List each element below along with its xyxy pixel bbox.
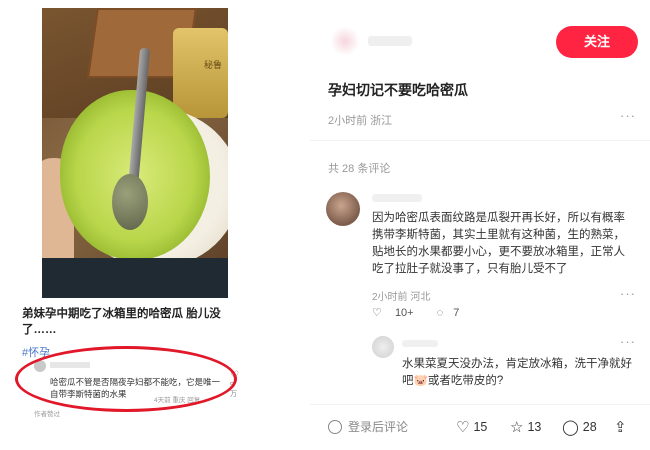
pen-icon xyxy=(328,420,342,434)
author-row: 关注 xyxy=(310,26,650,62)
speech-bubble-icon: ◯ xyxy=(562,419,579,436)
shared-screenshot: 秘鲁 弟妹孕中期吃了冰箱里的哈密瓜 胎儿没了…… #怀孕 哈密瓜不管是否隔夜孕妇… xyxy=(0,0,252,450)
author-liked-label: 作者赞过 xyxy=(34,411,60,418)
photo-background xyxy=(42,258,228,298)
divider xyxy=(310,140,650,141)
avatar[interactable] xyxy=(330,26,360,56)
comment-input[interactable]: 登录后评论 xyxy=(328,418,408,435)
reply-text: 水果菜夏天没办法，肯定放冰箱，洗干净就好吧🐷或者吃带皮的? xyxy=(402,358,632,387)
blurred-username[interactable] xyxy=(402,340,438,347)
divider xyxy=(310,404,650,405)
comment-button-count: 28 xyxy=(582,420,597,434)
melon-photo[interactable]: 秘鲁 xyxy=(42,8,228,298)
share-icon: ⇪ xyxy=(614,419,627,436)
comment-actions: ♡ 10+ ◌ 7 xyxy=(372,306,479,319)
note-meta: 2小时前 浙江 xyxy=(328,115,393,127)
more-options-icon[interactable]: ··· xyxy=(620,108,636,123)
comment-button[interactable]: ◯ 28 xyxy=(562,418,597,436)
comment-reply-count: 7 xyxy=(453,307,460,319)
star-icon: ☆ xyxy=(510,419,524,436)
speech-bubble-icon: ◌ xyxy=(436,307,444,319)
heart-icon: ♡ xyxy=(372,307,382,319)
favorite-button[interactable]: ☆ 13 xyxy=(510,418,541,436)
heart-icon: ♡ xyxy=(456,419,470,436)
comment-text: 因为哈密瓜表面纹路是瓜裂开再长好，所以有概率携带李斯特菌，其实土里就有这种菌，生… xyxy=(372,212,625,275)
photo-spoon-bowl xyxy=(112,174,148,230)
blurred-username[interactable] xyxy=(368,36,412,46)
comment-meta: 2小时前 河北 xyxy=(372,292,431,303)
bottom-action-bar: 登录后评论 ♡ 15 ☆ 13 ◯ 28 ⇪ xyxy=(310,404,650,444)
comment-input-placeholder: 登录后评论 xyxy=(348,420,409,434)
shared-note-title: 弟妹孕中期吃了冰箱里的哈密瓜 胎儿没了…… xyxy=(22,308,221,336)
more-options-icon[interactable]: ··· xyxy=(620,334,636,349)
comment-count: 共 28 条评论 xyxy=(328,163,391,175)
like-count: 15 xyxy=(473,420,488,434)
avatar[interactable] xyxy=(372,336,394,358)
note-title: 孕妇切记不要吃哈密瓜 xyxy=(328,82,468,98)
note-detail: 关注 孕妇切记不要吃哈密瓜 2小时前 浙江 ··· 共 28 条评论 因为哈密瓜… xyxy=(310,0,650,450)
favorite-count: 13 xyxy=(527,420,542,434)
photo-bag xyxy=(173,28,228,118)
comment-like-button[interactable]: ♡ 10+ xyxy=(372,307,424,319)
share-button[interactable]: ⇪ xyxy=(614,418,627,436)
red-circle-annotation xyxy=(15,346,237,412)
photo-bag-text: 秘鲁 xyxy=(203,61,222,71)
comment-reply-button[interactable]: ◌ 7 xyxy=(437,307,470,319)
blurred-username[interactable] xyxy=(372,194,422,202)
comment-like-count: 10+ xyxy=(394,307,414,319)
like-button[interactable]: ♡ 15 xyxy=(456,418,487,436)
follow-button[interactable]: 关注 xyxy=(556,26,638,58)
more-options-icon[interactable]: ··· xyxy=(620,286,636,301)
avatar[interactable] xyxy=(326,192,360,226)
